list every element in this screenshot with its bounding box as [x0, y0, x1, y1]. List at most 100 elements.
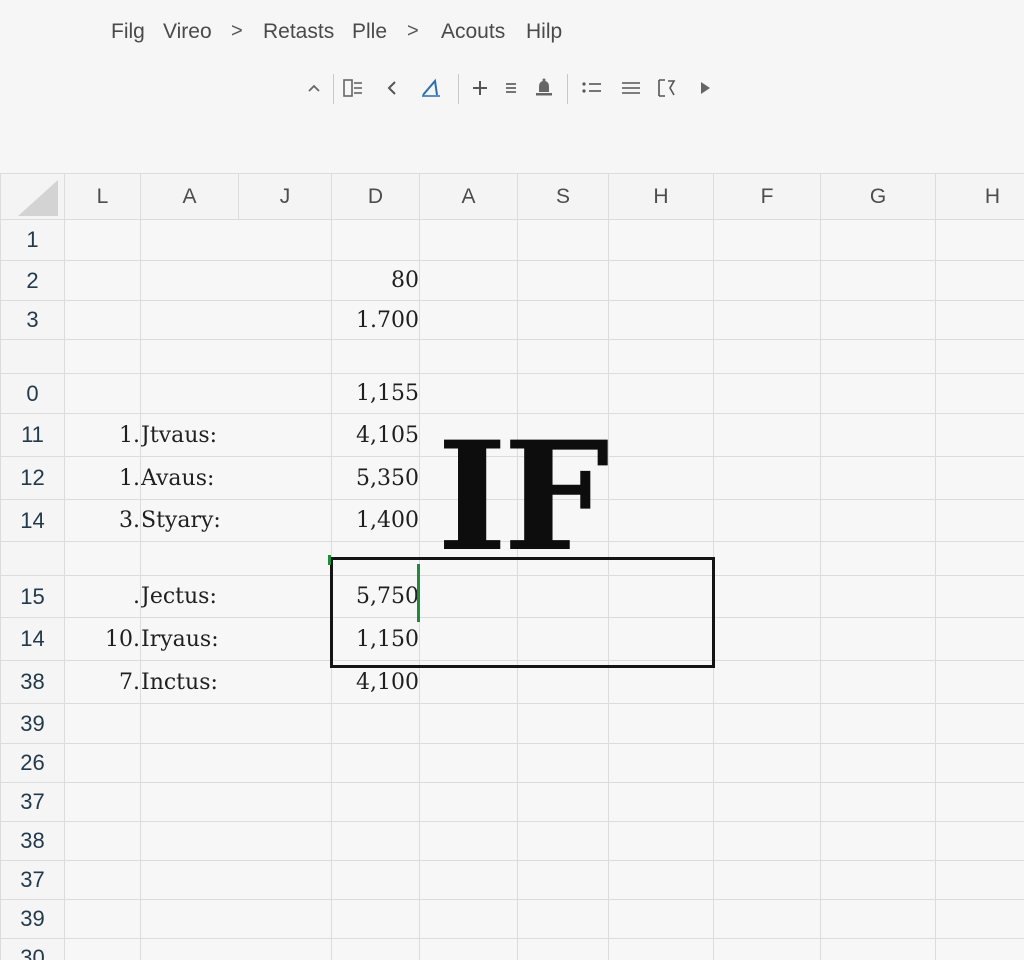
empty-cell[interactable] [935, 260, 1024, 301]
row-header[interactable]: 38 [0, 821, 65, 861]
column-header[interactable]: H [935, 173, 1024, 220]
empty-cell[interactable] [517, 339, 609, 374]
caret-up-icon[interactable] [301, 74, 327, 102]
empty-cell[interactable] [713, 703, 821, 744]
empty-cell[interactable] [608, 821, 714, 861]
cell-index[interactable] [64, 860, 141, 900]
cell-value[interactable] [331, 743, 420, 783]
cell-label[interactable]: Jectus: [140, 575, 332, 618]
menu-item-view[interactable]: Vireo [163, 20, 212, 44]
column-header[interactable]: D [331, 173, 420, 220]
cell-index[interactable]: 7. [64, 660, 141, 704]
empty-cell[interactable] [419, 899, 518, 939]
empty-cell[interactable] [608, 219, 714, 261]
empty-cell[interactable] [820, 219, 936, 261]
empty-cell[interactable] [820, 456, 936, 500]
bell-icon[interactable] [531, 74, 557, 102]
row-header[interactable]: 26 [0, 743, 65, 783]
column-header[interactable]: G [820, 173, 936, 220]
empty-cell[interactable] [713, 456, 821, 500]
cell-index[interactable]: 3. [64, 499, 141, 542]
cell-index[interactable] [64, 743, 141, 783]
row-header[interactable]: 14 [0, 499, 65, 542]
empty-cell[interactable] [713, 260, 821, 301]
cell-label[interactable] [140, 541, 332, 576]
empty-cell[interactable] [820, 938, 936, 960]
column-header[interactable]: J [238, 173, 332, 220]
empty-cell[interactable] [935, 300, 1024, 340]
empty-cell[interactable] [608, 703, 714, 744]
cell-label[interactable] [140, 899, 332, 939]
row-header[interactable]: 1 [0, 219, 65, 261]
empty-cell[interactable] [713, 660, 821, 704]
empty-cell[interactable] [935, 373, 1024, 414]
row-header[interactable]: 14 [0, 617, 65, 661]
empty-cell[interactable] [517, 782, 609, 822]
empty-cell[interactable] [820, 782, 936, 822]
cell-label[interactable]: Inctus: [140, 660, 332, 704]
empty-cell[interactable] [608, 938, 714, 960]
empty-cell[interactable] [935, 456, 1024, 500]
cell-label[interactable] [140, 300, 332, 340]
empty-cell[interactable] [820, 660, 936, 704]
empty-cell[interactable] [820, 860, 936, 900]
empty-cell[interactable] [419, 339, 518, 374]
empty-cell[interactable] [419, 743, 518, 783]
empty-cell[interactable] [608, 782, 714, 822]
equals-icon[interactable] [498, 74, 524, 102]
empty-cell[interactable] [820, 899, 936, 939]
empty-cell[interactable] [517, 373, 609, 414]
empty-cell[interactable] [713, 499, 821, 542]
row-header[interactable]: 3 [0, 300, 65, 340]
empty-cell[interactable] [608, 860, 714, 900]
empty-cell[interactable] [419, 260, 518, 301]
empty-cell[interactable] [608, 456, 714, 500]
empty-cell[interactable] [517, 260, 609, 301]
empty-cell[interactable] [713, 860, 821, 900]
cell-label[interactable] [140, 938, 332, 960]
empty-cell[interactable] [608, 899, 714, 939]
empty-cell[interactable] [608, 499, 714, 542]
cell-index[interactable] [64, 260, 141, 301]
menu-item-pile[interactable]: Plle [352, 20, 387, 44]
empty-cell[interactable] [419, 373, 518, 414]
empty-cell[interactable] [713, 821, 821, 861]
empty-cell[interactable] [935, 499, 1024, 542]
empty-cell[interactable] [419, 703, 518, 744]
empty-cell[interactable] [820, 575, 936, 618]
cell-value[interactable] [331, 219, 420, 261]
empty-cell[interactable] [713, 938, 821, 960]
empty-cell[interactable] [419, 219, 518, 261]
row-header[interactable]: 15 [0, 575, 65, 618]
empty-cell[interactable] [713, 899, 821, 939]
empty-cell[interactable] [820, 373, 936, 414]
empty-cell[interactable] [419, 300, 518, 340]
cell-value[interactable] [331, 899, 420, 939]
cell-index[interactable] [64, 373, 141, 414]
cell-value[interactable]: 5,350 [331, 456, 420, 500]
cell-index[interactable]: 1. [64, 413, 141, 457]
column-header[interactable]: A [419, 173, 518, 220]
bullet-list-icon[interactable] [579, 74, 605, 102]
empty-cell[interactable] [713, 575, 821, 618]
empty-cell[interactable] [517, 300, 609, 340]
empty-cell[interactable] [608, 413, 714, 457]
empty-cell[interactable] [820, 499, 936, 542]
cell-index[interactable] [64, 339, 141, 374]
empty-cell[interactable] [713, 219, 821, 261]
empty-cell[interactable] [713, 339, 821, 374]
column-header[interactable]: L [64, 173, 141, 220]
cell-index[interactable] [64, 703, 141, 744]
empty-cell[interactable] [517, 219, 609, 261]
empty-cell[interactable] [820, 339, 936, 374]
cell-index[interactable] [64, 219, 141, 261]
empty-cell[interactable] [713, 782, 821, 822]
empty-cell[interactable] [608, 260, 714, 301]
cell-index[interactable] [64, 300, 141, 340]
cell-label[interactable] [140, 703, 332, 744]
column-header[interactable]: F [713, 173, 821, 220]
empty-cell[interactable] [935, 782, 1024, 822]
cell-index[interactable]: . [64, 575, 141, 618]
empty-cell[interactable] [517, 938, 609, 960]
row-header[interactable]: 30 [0, 938, 65, 960]
